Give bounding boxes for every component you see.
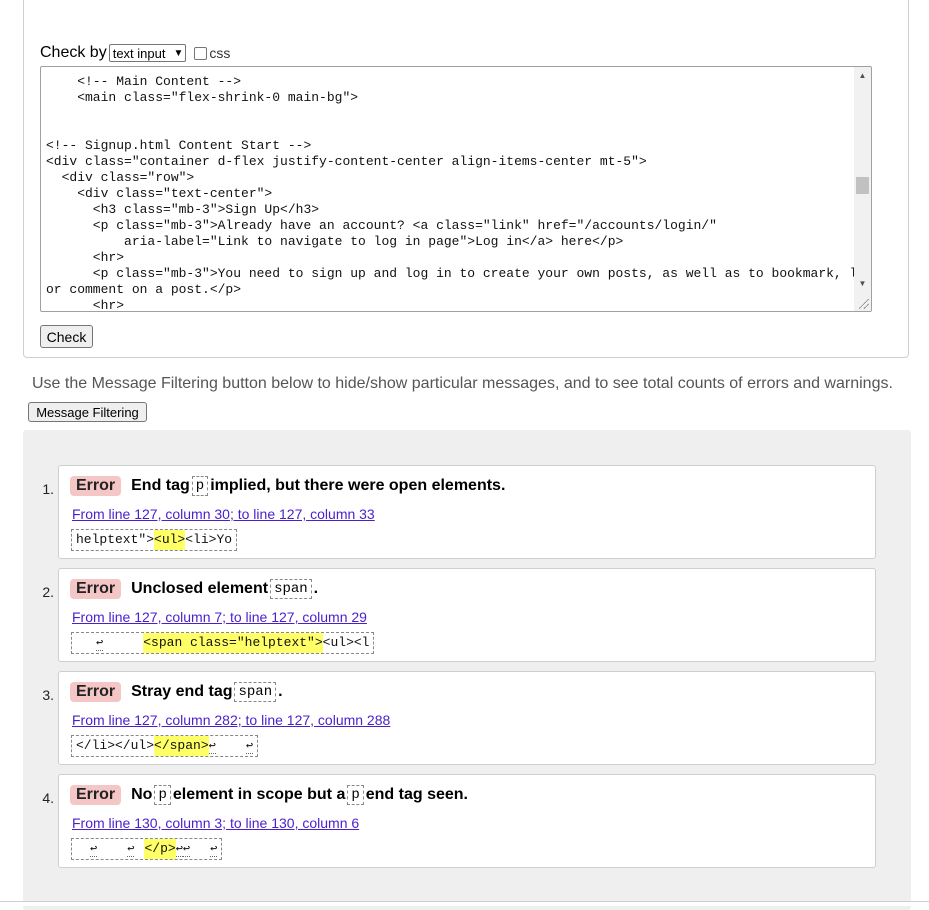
extract-highlight: </span> [154, 736, 209, 756]
css-label: css [209, 45, 231, 61]
error-message: 1. Error End tag p implied, but there we… [42, 465, 876, 559]
check-by-selected-value: text input [112, 45, 166, 61]
tag-code: span [270, 579, 312, 599]
code-line: aria-label="Link to navigate to log in p… [46, 234, 624, 249]
return-icon: ↩ [90, 841, 98, 857]
extract-highlight: <span class="helptext"> [143, 633, 323, 653]
scroll-up-arrow-icon[interactable]: ▲ [854, 69, 871, 83]
message-text: Stray end tag [131, 683, 233, 700]
check-by-label: Check by [40, 44, 107, 61]
message-text: No [131, 786, 153, 803]
tag-code: p [347, 785, 364, 805]
error-message: 3. Error Stray end tag span . From line … [42, 671, 876, 765]
message-text: implied, but there were open elements. [210, 477, 506, 494]
check-button[interactable]: Check [40, 325, 93, 348]
chevron-down-icon: ▼ [173, 47, 184, 59]
extract-highlight: </p> [144, 839, 176, 859]
message-number: 2. [42, 584, 54, 600]
message-number: 1. [42, 481, 54, 497]
page-bottom-divider [0, 901, 929, 906]
return-icon: ↩ [182, 841, 191, 857]
code-line: <main class="flex-shrink-0 main-bg"> [46, 90, 359, 105]
message-number: 4. [42, 790, 54, 806]
message-text: element in scope but a [172, 786, 346, 803]
message-heading: Error Unclosed element span . [70, 579, 318, 599]
extract-text: </li></ul> [76, 738, 155, 753]
error-badge: Error [70, 579, 122, 599]
code-line: <!-- Main Content --> [46, 74, 242, 89]
message-text: . [313, 580, 319, 597]
tag-code: p [191, 476, 209, 496]
return-icon: ↩ [208, 738, 216, 754]
message-text: . [278, 683, 283, 700]
tag-code: p [154, 785, 171, 805]
source-textarea[interactable]: <!-- Main Content --> <main class="flex-… [40, 66, 872, 312]
resize-grip-icon[interactable] [859, 299, 869, 309]
return-icon: ↩ [245, 738, 254, 754]
code-line: <div class="text-center"> [46, 186, 273, 201]
message-text: End tag [131, 477, 190, 494]
code-extract: helptext"> <ul> <li>Yo [71, 529, 238, 551]
code-line: <p class="mb-3">Already have an account?… [46, 218, 717, 233]
extract-text: <ul><l [322, 635, 370, 650]
code-line: or comment on a post.</p> [46, 282, 242, 297]
textarea-scrollbar[interactable]: ▲ ▼ [854, 67, 871, 311]
code-extract: ↩ ↩ </p> ↩ ↩ ↩ [71, 838, 223, 860]
error-badge: Error [70, 476, 122, 496]
filtering-info-text: Use the Message Filtering button below t… [32, 375, 893, 392]
location-link[interactable]: From line 130, column 3; to line 130, co… [72, 815, 359, 831]
error-badge: Error [70, 682, 122, 702]
message-heading: Error No p element in scope but a p end … [70, 785, 468, 805]
message-filtering-button[interactable]: Message Filtering [28, 402, 147, 422]
return-icon: ↩ [175, 841, 183, 857]
error-message: 4. Error No p element in scope but a p e… [42, 774, 876, 868]
error-badge: Error [70, 785, 122, 805]
code-line: <div class="row"> [46, 170, 195, 185]
message-number: 3. [42, 687, 54, 703]
message-heading: Error End tag p implied, but there were … [70, 476, 505, 496]
code-extract: </li></ul> </span> ↩ ↩ [71, 735, 259, 757]
css-checkbox[interactable] [194, 46, 208, 60]
scroll-down-arrow-icon[interactable]: ▼ [854, 277, 871, 291]
check-by-select[interactable]: text input ▼ [108, 44, 187, 62]
code-line: <p class="mb-3">You need to sign up and … [46, 266, 872, 281]
code-line: <hr> [46, 298, 125, 312]
message-text: Unclosed element [131, 580, 269, 597]
extract-text: helptext"> [76, 532, 155, 547]
code-line: <div class="container d-flex justify-con… [46, 154, 647, 169]
code-line: <!-- Signup.html Content Start --> [46, 138, 312, 153]
location-link[interactable]: From line 127, column 282; to line 127, … [72, 712, 390, 728]
tag-code: span [234, 682, 277, 702]
location-link[interactable]: From line 127, column 7; to line 127, co… [72, 609, 367, 625]
extract-highlight: <ul> [154, 530, 186, 550]
source-code-text: <!-- Main Content --> <main class="flex-… [46, 74, 872, 312]
error-message: 2. Error Unclosed element span . From li… [42, 568, 876, 662]
check-by-row: Check by text input ▼ css [40, 43, 230, 63]
code-line: <h3 class="mb-3">Sign Up</h3> [46, 202, 320, 217]
return-icon: ↩ [127, 841, 135, 857]
code-line: <hr> [46, 250, 125, 265]
scroll-thumb[interactable] [856, 177, 869, 194]
message-heading: Error Stray end tag span . [70, 682, 283, 702]
return-icon: ↩ [96, 635, 104, 651]
message-text: end tag seen. [365, 786, 468, 803]
code-extract: ↩ <span class="helptext"> <ul><l [71, 632, 375, 654]
extract-text: <li>Yo [185, 532, 233, 547]
return-icon: ↩ [210, 841, 218, 857]
location-link[interactable]: From line 127, column 30; to line 127, c… [72, 506, 375, 522]
